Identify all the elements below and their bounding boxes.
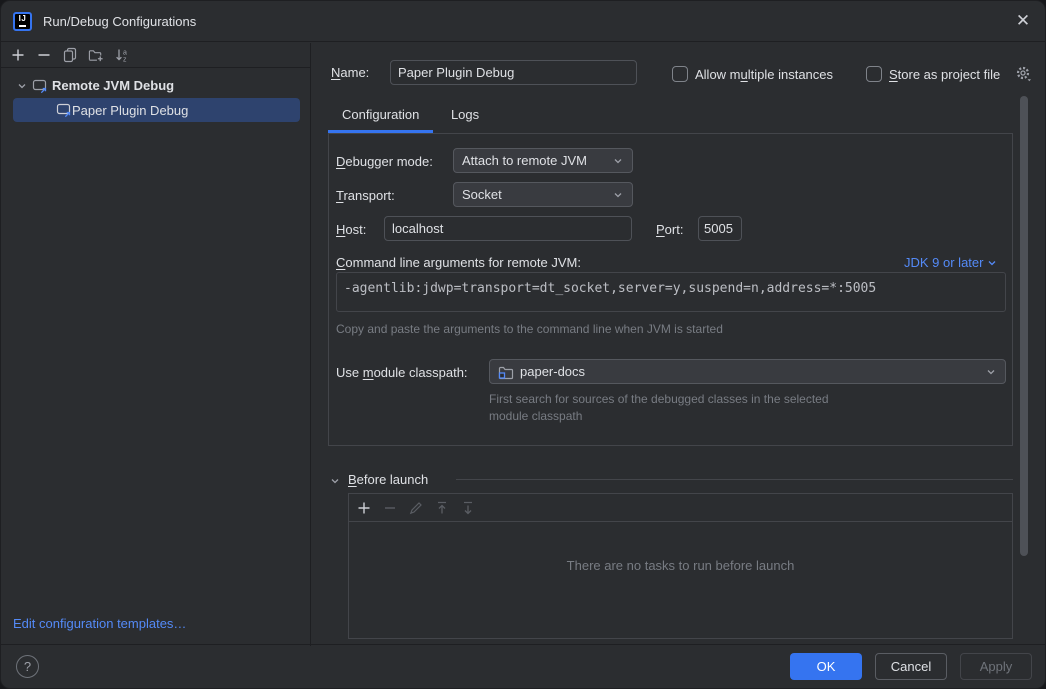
remote-debug-config-icon — [56, 102, 72, 118]
edit-configuration-templates-link[interactable]: Edit configuration templates… — [13, 616, 186, 631]
dialog-footer: ? OK Cancel Apply — [1, 644, 1046, 688]
host-input[interactable] — [384, 216, 632, 241]
module-icon — [498, 364, 514, 380]
allow-multiple-instances-label: Allow multiple instances — [695, 67, 833, 82]
tab-configuration[interactable]: Configuration — [328, 99, 433, 133]
sort-alphabetically-icon[interactable]: az — [114, 47, 130, 63]
before-launch-label[interactable]: Before launch — [348, 472, 428, 487]
before-launch-toolbar — [349, 494, 1012, 522]
chevron-down-icon — [612, 189, 624, 201]
help-button[interactable]: ? — [16, 655, 39, 678]
remote-debug-config-icon — [32, 78, 48, 94]
chevron-down-icon — [612, 155, 624, 167]
intellij-logo-icon: IJ — [13, 12, 32, 31]
svg-text:a: a — [123, 50, 127, 57]
port-input[interactable] — [698, 216, 742, 241]
tree-item-label: Paper Plugin Debug — [72, 103, 188, 118]
debugger-mode-select[interactable]: Attach to remote JVM — [453, 148, 633, 173]
store-as-project-file-row: Store as project file — [866, 65, 1000, 83]
run-debug-configurations-dialog: IJ Run/Debug Configurations ✕ az — [0, 0, 1046, 689]
configurations-tree: Remote JVM Debug Paper Plugin Debug — [1, 68, 310, 122]
title-bar: IJ Run/Debug Configurations ✕ — [1, 1, 1046, 42]
new-folder-icon[interactable] — [88, 47, 104, 63]
tab-logs[interactable]: Logs — [437, 99, 493, 133]
tree-item-paper-plugin-debug[interactable]: Paper Plugin Debug — [13, 98, 300, 122]
move-up-icon[interactable] — [434, 500, 450, 516]
transport-select[interactable]: Socket — [453, 182, 633, 207]
close-icon[interactable]: ✕ — [1011, 9, 1035, 33]
store-as-project-file-checkbox[interactable] — [866, 66, 882, 82]
module-classpath-hint-line2: module classpath — [489, 409, 582, 423]
command-line-arguments-value[interactable]: -agentlib:jdwp=transport=dt_socket,serve… — [336, 272, 1006, 312]
module-classpath-select[interactable]: paper-docs — [489, 359, 1006, 384]
vertical-scrollbar[interactable] — [1020, 96, 1028, 556]
chevron-down-icon[interactable] — [15, 79, 29, 93]
sidebar-toolbar: az — [1, 43, 310, 68]
apply-button: Apply — [960, 653, 1032, 680]
command-line-arguments-label: Command line arguments for remote JVM: — [336, 255, 581, 270]
before-launch-panel: There are no tasks to run before launch — [348, 493, 1013, 639]
command-line-hint: Copy and paste the arguments to the comm… — [336, 322, 723, 336]
host-label: Host: — [336, 222, 366, 237]
add-task-icon[interactable] — [356, 500, 372, 516]
tree-group-label: Remote JVM Debug — [52, 78, 174, 93]
remove-icon[interactable] — [36, 47, 52, 63]
configurations-sidebar: az Remote JVM Debug Paper Plugin Debug E… — [1, 43, 311, 646]
jdk-version-selector[interactable]: JDK 9 or later — [904, 255, 998, 270]
name-input[interactable] — [390, 60, 637, 85]
before-launch-empty-text: There are no tasks to run before launch — [349, 558, 1012, 573]
cancel-button[interactable]: Cancel — [875, 653, 947, 680]
allow-multiple-instances-checkbox[interactable] — [672, 66, 688, 82]
before-launch-collapse-icon[interactable] — [328, 474, 342, 488]
chevron-down-icon — [985, 366, 997, 378]
debugger-mode-label: Debugger mode: — [336, 154, 433, 169]
port-label: Port: — [656, 222, 683, 237]
transport-label: Transport: — [336, 188, 395, 203]
name-label: Name: — [331, 65, 369, 80]
before-launch-separator — [456, 479, 1013, 480]
ok-button[interactable]: OK — [790, 653, 862, 680]
module-classpath-hint-line1: First search for sources of the debugged… — [489, 392, 829, 406]
allow-multiple-instances-row: Allow multiple instances — [672, 65, 833, 83]
svg-text:z: z — [123, 57, 127, 64]
copy-icon[interactable] — [62, 47, 78, 63]
tree-group-remote-jvm-debug[interactable]: Remote JVM Debug — [1, 74, 310, 97]
store-options-gear-icon[interactable] — [1014, 64, 1032, 82]
dialog-title: Run/Debug Configurations — [43, 14, 196, 29]
store-as-project-file-label: Store as project file — [889, 67, 1000, 82]
add-icon[interactable] — [10, 47, 26, 63]
move-down-icon[interactable] — [460, 500, 476, 516]
use-module-classpath-label: Use module classpath: — [336, 365, 468, 380]
remove-task-icon[interactable] — [382, 500, 398, 516]
edit-task-pencil-icon[interactable] — [408, 500, 424, 516]
tab-bar: Configuration Logs — [328, 99, 493, 133]
